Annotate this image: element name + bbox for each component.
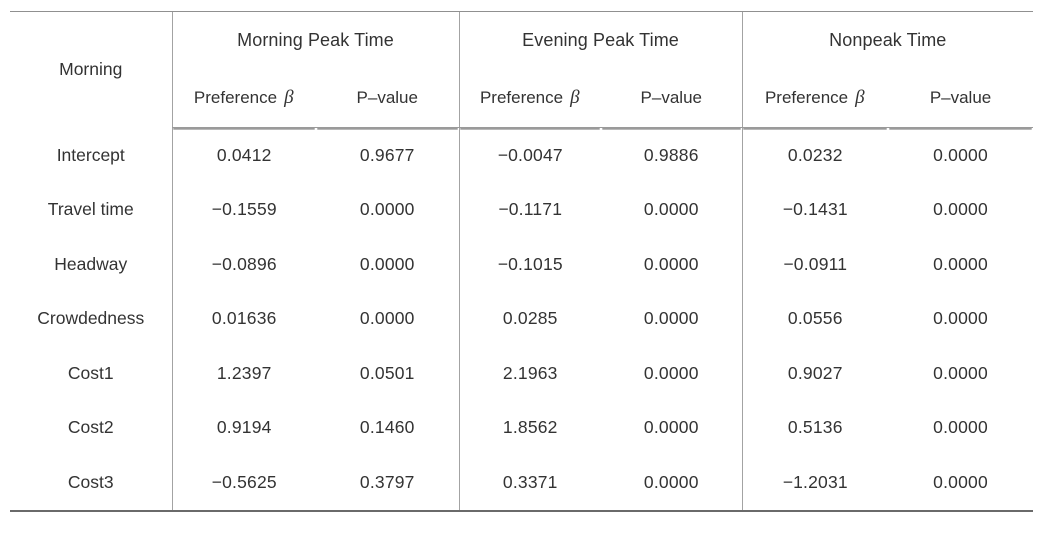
cell-preference-beta: 0.9027 <box>741 346 889 401</box>
column-group-evening-peak: Evening Peak Time <box>458 11 743 69</box>
preference-label: Preference <box>764 88 849 107</box>
cell-preference-beta: −0.1171 <box>458 182 602 237</box>
header-group-row: Morning Morning Peak Time Evening Peak T… <box>10 11 1034 128</box>
row-label: Cost1 <box>67 362 114 383</box>
cell-preference-beta: −0.1431 <box>741 182 889 237</box>
cell-pvalue: 0.0000 <box>888 455 1034 512</box>
cell-preference-beta: −0.0911 <box>741 237 889 292</box>
cell-pvalue: 0.0000 <box>933 417 988 438</box>
cell-pvalue: 0.0000 <box>643 362 699 383</box>
cell-pvalue: 0.0000 <box>933 308 988 329</box>
cell-pvalue: 0.0000 <box>359 308 415 329</box>
preference-label: Preference <box>479 88 564 107</box>
cell-preference-beta: −0.1015 <box>458 237 602 292</box>
row-label: Intercept <box>56 144 125 165</box>
column-group-morning-peak: Morning Peak Time <box>171 11 460 69</box>
cell-preference-beta: 1.2397 <box>171 346 316 401</box>
cell-pvalue: 0.9886 <box>643 144 699 165</box>
cell-pvalue: 0.0000 <box>933 144 988 165</box>
cell-preference-beta: −1.2031 <box>741 455 889 512</box>
subheader-preference-evening: Preference β <box>458 69 602 128</box>
cell-preference-beta: 0.3371 <box>458 455 602 512</box>
cell-pvalue: 0.0000 <box>933 199 988 220</box>
cell-preference-beta: 0.0556 <box>741 291 889 346</box>
beta-symbol: β <box>855 87 865 108</box>
table-row: Cost1 1.2397 0.0501 2.1963 0.0000 0.9027 0.000… <box>10 346 1033 401</box>
cell-pvalue: 0.0501 <box>359 362 415 383</box>
cell-pvalue: 0.0000 <box>601 455 743 512</box>
stub-header-cell: Morning <box>10 11 172 128</box>
cell-pvalue: 0.0000 <box>359 199 415 220</box>
cell-pvalue: 0.0000 <box>933 253 988 274</box>
cell-pvalue: 0.0000 <box>933 362 988 383</box>
table-row: Travel time −0.1559 0.0000 −0.1171 0.0000 −0.… <box>10 182 1033 237</box>
table-row: Crowdedness 0.01636 0.0000 0.0285 0.0000 0.05… <box>10 291 1033 346</box>
cell-preference-beta: 1.8562 <box>458 400 602 455</box>
cell-preference-beta: −0.0896 <box>171 237 316 292</box>
cell-pvalue: 0.1460 <box>359 417 415 438</box>
row-label: Cost3 <box>10 455 172 512</box>
cell-preference-beta: 0.01636 <box>171 291 316 346</box>
cell-pvalue: 0.9677 <box>359 144 415 165</box>
cell-preference-beta: −0.1559 <box>171 182 316 237</box>
column-group-nonpeak: Nonpeak Time <box>741 11 1034 69</box>
cell-pvalue: 0.0000 <box>643 308 699 329</box>
table-row: Cost3 −0.5625 0.3797 0.3371 0.0000 −1.2031 0.0… <box>10 455 1034 512</box>
cell-pvalue: 0.0000 <box>643 253 699 274</box>
regression-results-table: Morning Morning Peak Time Evening Peak T… <box>10 11 1034 512</box>
cell-preference-beta: −0.0047 <box>458 127 602 183</box>
cell-preference-beta: 0.5136 <box>741 400 889 455</box>
cell-preference-beta: 0.0412 <box>171 127 316 183</box>
table-body: Intercept 0.0412 0.9677 −0.0047 0.9886 0.0232… <box>10 127 1034 512</box>
table-row: Intercept 0.0412 0.9677 −0.0047 0.9886 0.0232… <box>10 127 1033 183</box>
table-row: Cost2 0.9194 0.1460 1.8562 0.0000 0.5136 0.000… <box>10 400 1033 455</box>
row-label: Crowdedness <box>37 308 145 329</box>
cell-pvalue: 0.0000 <box>643 199 699 220</box>
statistics-table-container: Morning Morning Peak Time Evening Peak T… <box>10 11 1034 512</box>
cell-preference-beta: 2.1963 <box>458 346 602 401</box>
subheader-pvalue-morning: P–value <box>316 69 460 128</box>
subheader-preference-nonpeak: Preference β <box>741 69 889 128</box>
subheader-preference-morning: Preference β <box>171 69 316 128</box>
subheader-pvalue-nonpeak: P–value <box>888 69 1034 128</box>
preference-label: Preference <box>193 88 278 107</box>
cell-preference-beta: 0.0232 <box>741 127 889 183</box>
table-row: Headway −0.0896 0.0000 −0.1015 0.0000 −0.0911… <box>10 237 1033 292</box>
beta-symbol: β <box>570 87 580 108</box>
cell-preference-beta: −0.5625 <box>171 455 316 512</box>
table-header: Morning Morning Peak Time Evening Peak T… <box>10 11 1034 128</box>
cell-pvalue: 0.0000 <box>359 253 415 274</box>
subheader-pvalue-evening: P–value <box>601 69 743 128</box>
row-label: Headway <box>54 253 128 274</box>
row-label: Cost2 <box>67 417 114 438</box>
cell-pvalue: 0.3797 <box>316 455 460 512</box>
row-label: Travel time <box>47 199 134 220</box>
cell-pvalue: 0.0000 <box>643 417 699 438</box>
cell-preference-beta: 0.9194 <box>171 400 316 455</box>
cell-preference-beta: 0.0285 <box>458 291 602 346</box>
beta-symbol: β <box>284 87 294 108</box>
